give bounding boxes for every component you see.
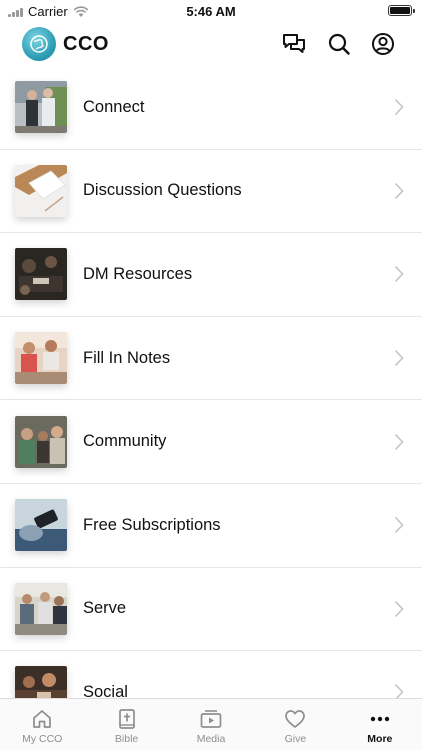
globe-logo-icon	[30, 35, 48, 53]
chevron-right-icon	[394, 600, 404, 617]
status-time: 5:46 AM	[186, 4, 236, 19]
chevron-right-icon	[394, 433, 404, 450]
menu-item-serve[interactable]: Serve	[0, 568, 422, 652]
app-logo[interactable]	[22, 27, 56, 61]
menu-item-free-subscriptions[interactable]: Free Subscriptions	[0, 484, 422, 568]
tab-label: Media	[196, 733, 226, 745]
community-photo-icon	[15, 415, 67, 468]
menu-item-connect[interactable]: Connect	[0, 66, 422, 150]
home-icon	[33, 710, 52, 728]
menu-item-social[interactable]: Social	[0, 651, 422, 700]
tab-more[interactable]: More	[338, 699, 422, 750]
tab-give[interactable]: Give	[253, 699, 337, 750]
chevron-right-icon	[394, 350, 404, 367]
serve-photo-icon	[15, 582, 67, 635]
tab-label: More	[367, 733, 393, 745]
status-bar: Carrier 5:46 AM	[0, 0, 422, 22]
heart-icon	[285, 710, 306, 728]
battery-icon	[388, 5, 415, 16]
connect-photo-icon	[15, 81, 67, 134]
media-icon	[200, 710, 222, 728]
account-icon[interactable]	[369, 30, 397, 58]
tab-label: Bible	[114, 733, 139, 745]
tab-bible[interactable]: Bible	[84, 699, 168, 750]
tab-media[interactable]: Media	[169, 699, 253, 750]
more-dots-icon	[370, 716, 390, 722]
menu-item-dm-resources[interactable]: DM Resources	[0, 233, 422, 317]
more-menu-list: Connect Discussion Questions DM Resource…	[0, 66, 422, 700]
chevron-right-icon	[394, 182, 404, 199]
menu-item-discussion-questions[interactable]: Discussion Questions	[0, 150, 422, 234]
app-title: CCO	[63, 33, 109, 55]
chevron-right-icon	[394, 99, 404, 116]
tab-label: My CCO	[22, 733, 63, 745]
menu-item-label: Serve	[83, 599, 127, 618]
tab-my-cco[interactable]: My CCO	[0, 699, 84, 750]
chevron-right-icon	[394, 266, 404, 283]
tab-label: Give	[284, 733, 307, 745]
menu-item-label: Connect	[83, 97, 145, 116]
menu-item-community[interactable]: Community	[0, 400, 422, 484]
menu-item-label: Community	[83, 432, 167, 451]
free-subscriptions-photo-icon	[15, 499, 67, 552]
menu-item-fill-in-notes[interactable]: Fill In Notes	[0, 317, 422, 401]
menu-item-label: Free Subscriptions	[83, 515, 221, 534]
chat-bubbles-icon[interactable]	[280, 30, 308, 58]
bottom-tab-bar: My CCO Bible Media Give More	[0, 698, 422, 750]
menu-item-label: DM Resources	[83, 264, 193, 283]
fill-in-notes-photo-icon	[15, 332, 67, 385]
bible-icon	[118, 709, 135, 729]
dm-resources-photo-icon	[15, 248, 67, 301]
menu-item-label: Discussion Questions	[83, 181, 242, 200]
social-photo-icon	[15, 666, 67, 700]
chevron-right-icon	[394, 517, 404, 534]
app-header: CCO	[0, 22, 422, 68]
menu-item-label: Fill In Notes	[83, 348, 171, 367]
discussion-questions-photo-icon	[15, 164, 67, 217]
search-icon[interactable]	[325, 30, 353, 58]
